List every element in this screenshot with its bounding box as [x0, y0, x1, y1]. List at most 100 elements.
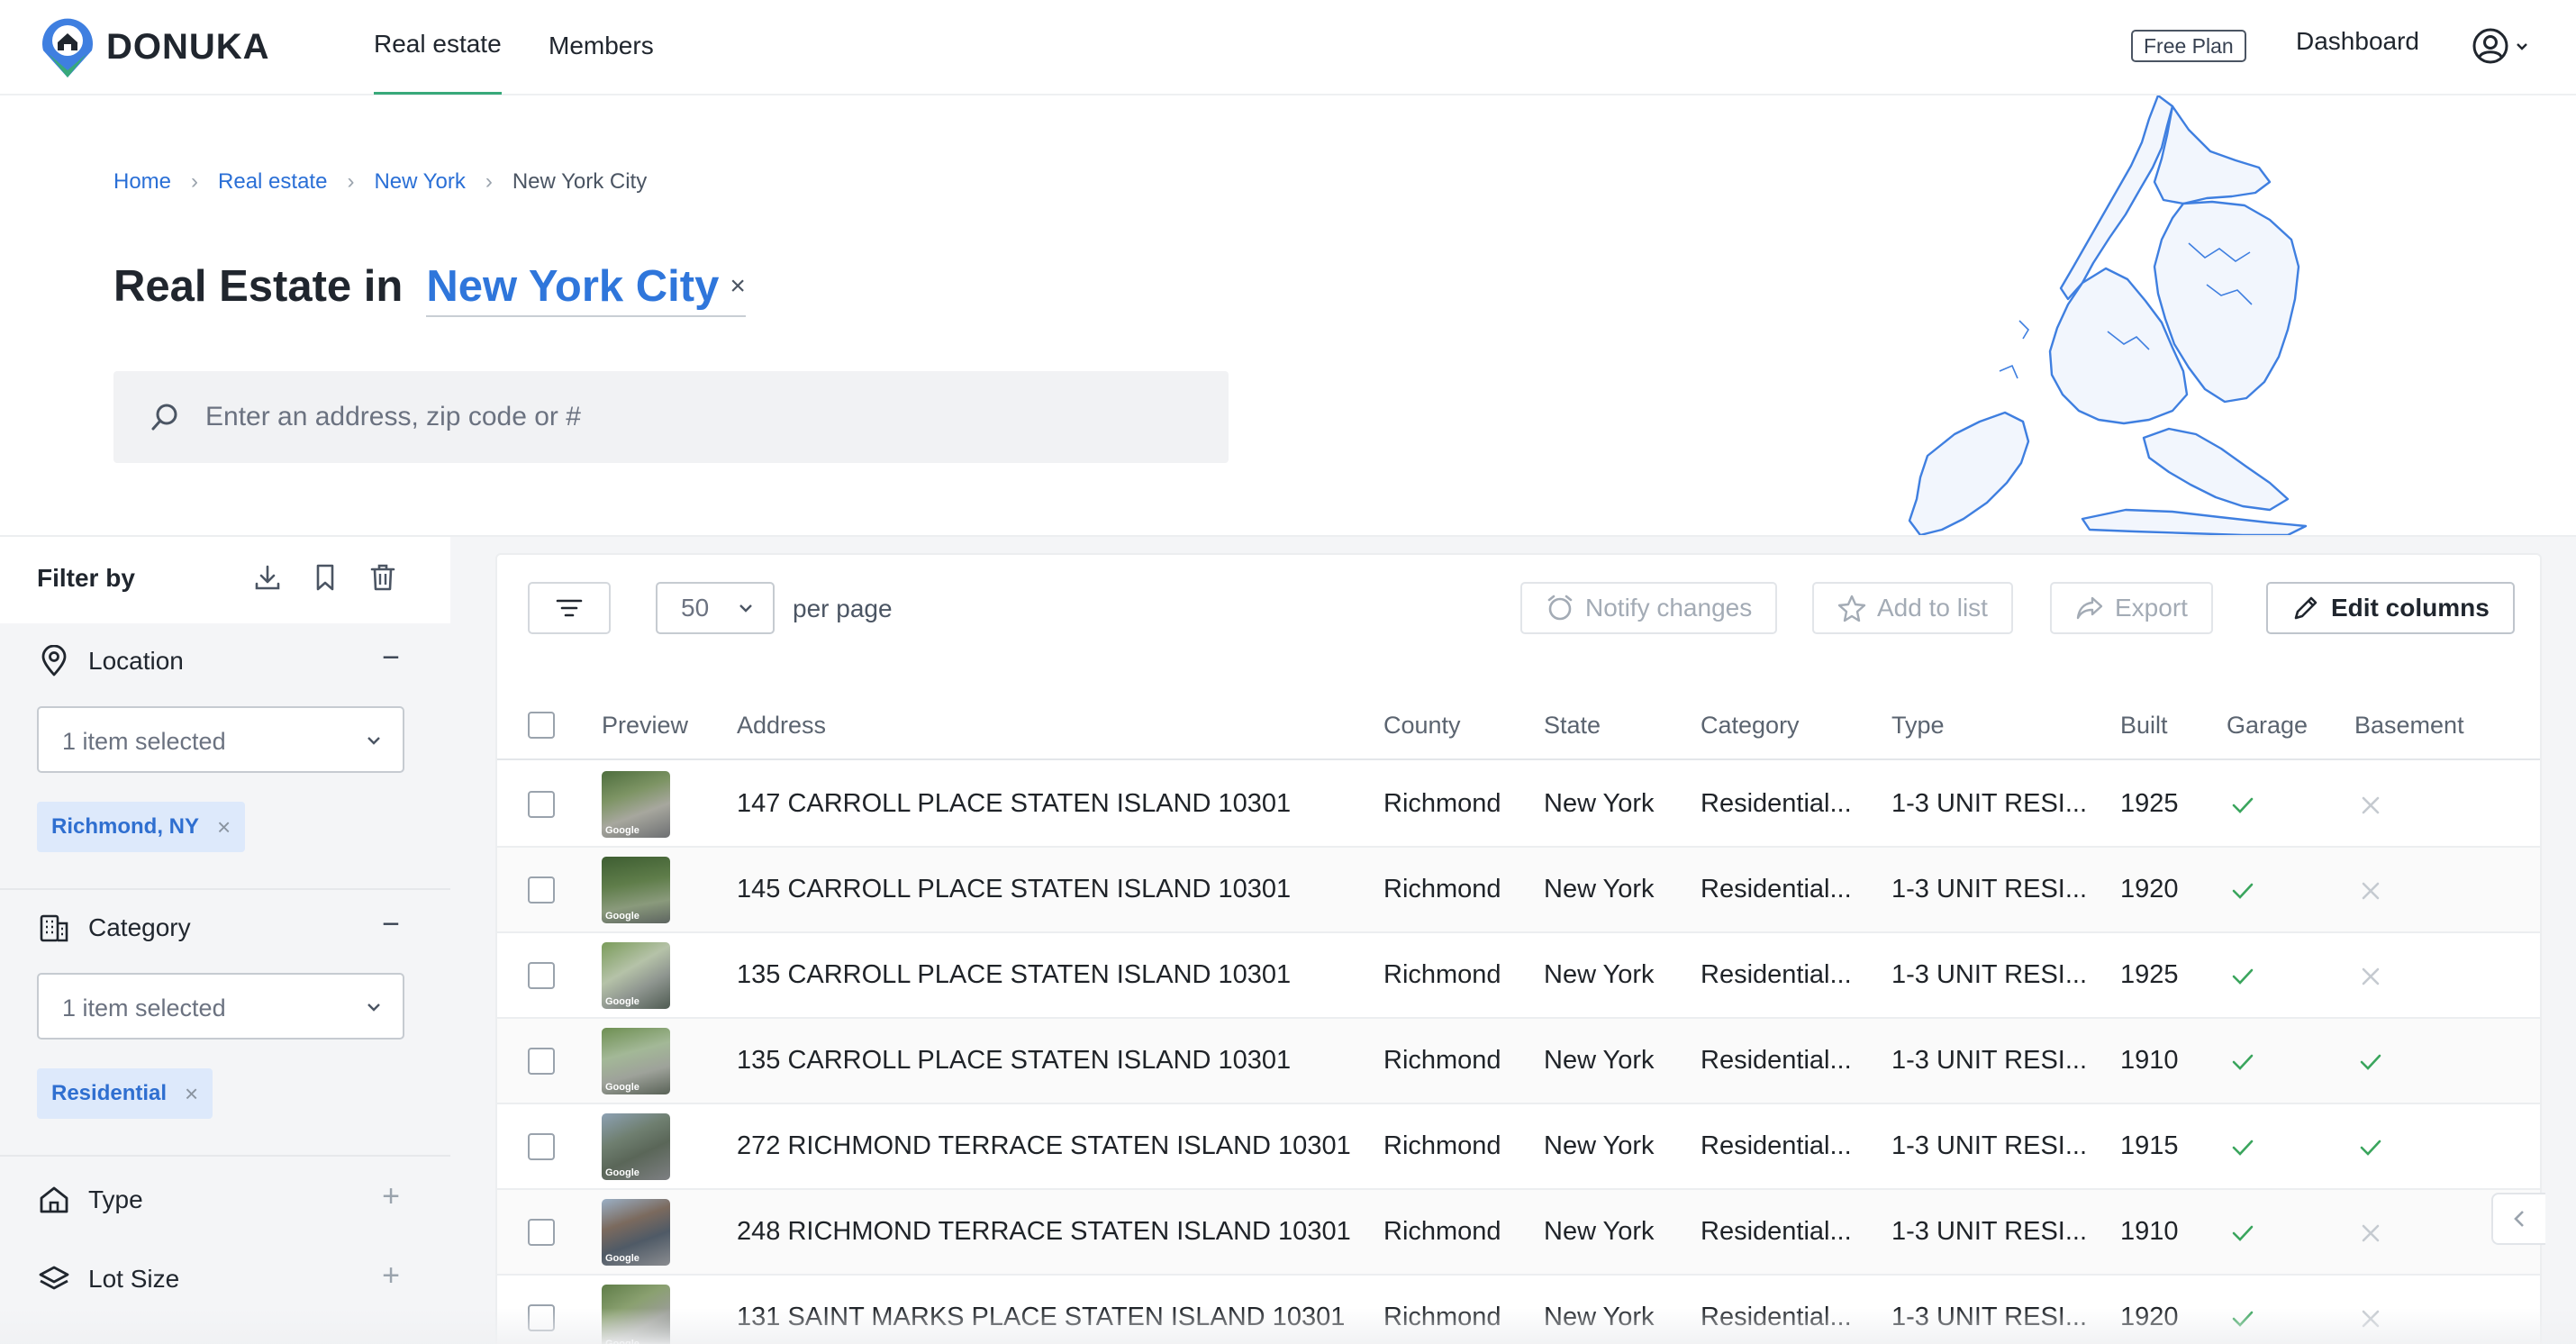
row-checkbox[interactable]	[528, 876, 555, 904]
column-header-garage[interactable]: Garage	[2227, 712, 2308, 740]
filter-section-location: Location − 1 item selected Richmond, NY …	[0, 623, 450, 890]
basement-indicator	[2358, 793, 2383, 818]
row-checkbox[interactable]	[528, 1304, 555, 1331]
cell-county: Richmond	[1383, 1303, 1501, 1331]
download-filters-button[interactable]	[252, 562, 283, 593]
cell-address[interactable]: 135 CARROLL PLACE STATEN ISLAND 10301	[737, 960, 1291, 990]
toggle-filters-button[interactable]	[528, 582, 611, 634]
remove-chip-button[interactable]: ×	[185, 1080, 198, 1108]
city-selector[interactable]: New York City ×	[426, 261, 746, 317]
row-checkbox[interactable]	[528, 962, 555, 989]
column-header-built[interactable]: Built	[2120, 712, 2168, 740]
table-row[interactable]: Google 272 RICHMOND TERRACE STATEN ISLAN…	[497, 1104, 2540, 1190]
add-to-list-button[interactable]: Add to list	[1812, 582, 2013, 634]
filter-section-header[interactable]: Type +	[0, 1162, 450, 1234]
address-search-input[interactable]	[205, 371, 1196, 463]
edit-columns-button[interactable]: Edit columns	[2266, 582, 2515, 634]
table-header: Preview Address County State Category Ty…	[497, 690, 2540, 760]
property-thumbnail[interactable]: Google	[602, 1285, 670, 1344]
save-filters-button[interactable]	[310, 562, 340, 593]
dashboard-link[interactable]: Dashboard	[2296, 27, 2419, 56]
checkmark-icon	[2360, 1054, 2381, 1070]
brand-name: DONUKA	[106, 26, 270, 67]
cell-address[interactable]: 145 CARROLL PLACE STATEN ISLAND 10301	[737, 875, 1291, 904]
row-checkbox[interactable]	[528, 1048, 555, 1075]
cell-address[interactable]: 131 SAINT MARKS PLACE STATEN ISLAND 1030…	[737, 1303, 1345, 1332]
nav-real-estate[interactable]: Real estate	[374, 0, 502, 95]
category-select-value: 1 item selected	[62, 994, 226, 1022]
collapse-toggle[interactable]: −	[373, 640, 409, 676]
column-header-state[interactable]: State	[1544, 712, 1601, 740]
select-all-checkbox[interactable]	[528, 712, 555, 739]
table-row[interactable]: Google 145 CARROLL PLACE STATEN ISLAND 1…	[497, 848, 2540, 933]
column-header-county[interactable]: County	[1383, 712, 1461, 740]
cell-address[interactable]: 248 RICHMOND TERRACE STATEN ISLAND 10301	[737, 1217, 1351, 1247]
row-checkbox[interactable]	[528, 791, 555, 818]
property-thumbnail[interactable]: Google	[602, 1199, 670, 1266]
cell-built: 1920	[2120, 875, 2179, 904]
cell-county: Richmond	[1383, 1131, 1501, 1160]
column-header-preview[interactable]: Preview	[602, 712, 688, 740]
property-thumbnail[interactable]: Google	[602, 1113, 670, 1180]
cell-address[interactable]: 147 CARROLL PLACE STATEN ISLAND 10301	[737, 789, 1291, 819]
cell-category: Residential...	[1701, 960, 1852, 989]
garage-indicator	[2230, 1221, 2255, 1246]
basement-indicator	[2358, 1049, 2383, 1075]
category-select[interactable]: 1 item selected	[37, 973, 404, 1040]
column-header-category[interactable]: Category	[1701, 712, 1800, 740]
row-checkbox[interactable]	[528, 1133, 555, 1160]
breadcrumb-real-estate[interactable]: Real estate	[218, 169, 327, 195]
expand-toggle[interactable]: +	[373, 1258, 409, 1294]
alarm-clock-icon	[1547, 595, 1573, 621]
filter-title: Filter by	[37, 564, 135, 592]
brand-logo[interactable]: DONUKA	[38, 14, 270, 79]
nav-real-estate-label: Real estate	[374, 30, 502, 58]
page-title: Real Estate in New York City ×	[113, 261, 746, 317]
checkmark-icon	[2232, 1140, 2254, 1156]
user-menu[interactable]	[2472, 27, 2529, 65]
table-row[interactable]: Google 135 CARROLL PLACE STATEN ISLAND 1…	[497, 933, 2540, 1019]
location-select[interactable]: 1 item selected	[37, 706, 404, 773]
chip-label: Residential	[51, 1081, 168, 1105]
add-to-list-label: Add to list	[1877, 594, 1988, 622]
filter-section-header[interactable]: Location −	[0, 623, 450, 695]
breadcrumb-separator: ›	[347, 169, 355, 194]
garage-indicator	[2230, 1306, 2255, 1331]
export-button[interactable]: Export	[2050, 582, 2213, 634]
notify-changes-button[interactable]: Notify changes	[1520, 582, 1778, 634]
breadcrumb-new-york[interactable]: New York	[374, 169, 465, 195]
category-chip: Residential ×	[37, 1068, 213, 1119]
thumbnail-watermark: Google	[605, 1082, 639, 1093]
clear-city-button[interactable]: ×	[730, 271, 746, 302]
cell-address[interactable]: 135 CARROLL PLACE STATEN ISLAND 10301	[737, 1046, 1291, 1076]
filter-section-header[interactable]: Category −	[0, 890, 450, 962]
nav-members[interactable]: Members	[549, 0, 654, 95]
column-header-type[interactable]: Type	[1891, 712, 1945, 740]
property-thumbnail[interactable]: Google	[602, 857, 670, 923]
table-row[interactable]: Google 147 CARROLL PLACE STATEN ISLAND 1…	[497, 762, 2540, 848]
collapse-toggle[interactable]: −	[373, 906, 409, 942]
table-row[interactable]: Google 135 CARROLL PLACE STATEN ISLAND 1…	[497, 1019, 2540, 1104]
property-thumbnail[interactable]: Google	[602, 942, 670, 1009]
side-panel-handle[interactable]	[2491, 1193, 2545, 1245]
cell-address[interactable]: 272 RICHMOND TERRACE STATEN ISLAND 10301	[737, 1131, 1351, 1161]
filter-section-header[interactable]: Lot Size +	[0, 1241, 450, 1313]
star-icon	[1837, 595, 1866, 622]
table-row[interactable]: Google 131 SAINT MARKS PLACE STATEN ISLA…	[497, 1276, 2540, 1344]
clear-filters-button[interactable]	[367, 562, 398, 593]
expand-toggle[interactable]: +	[373, 1178, 409, 1214]
table-row[interactable]: Google 248 RICHMOND TERRACE STATEN ISLAN…	[497, 1190, 2540, 1276]
row-checkbox[interactable]	[528, 1219, 555, 1246]
breadcrumb-home[interactable]: Home	[113, 169, 171, 195]
property-thumbnail[interactable]: Google	[602, 771, 670, 838]
cross-icon	[2362, 796, 2380, 814]
notify-changes-label: Notify changes	[1585, 594, 1753, 622]
column-header-basement[interactable]: Basement	[2354, 712, 2464, 740]
chevron-left-icon	[2514, 1211, 2524, 1227]
property-thumbnail[interactable]: Google	[602, 1028, 670, 1094]
column-header-address[interactable]: Address	[737, 712, 826, 740]
remove-chip-button[interactable]: ×	[217, 813, 231, 841]
free-plan-badge[interactable]: Free Plan	[2131, 30, 2246, 62]
filter-section-label: Type	[88, 1185, 143, 1213]
per-page-select[interactable]: 50	[656, 582, 775, 634]
